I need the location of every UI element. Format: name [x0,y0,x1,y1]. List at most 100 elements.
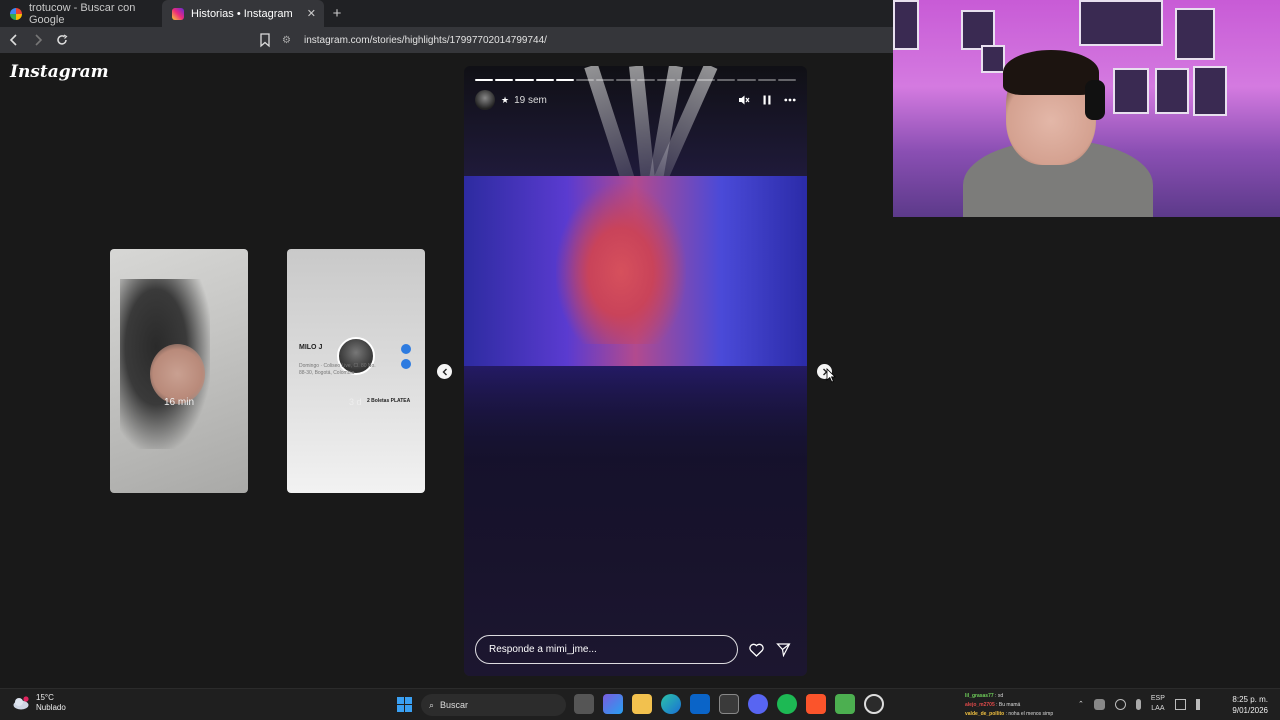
spotify-icon[interactable] [777,694,797,714]
edge-icon[interactable] [661,694,681,714]
chat-line: valde_de_pollito : noha el menos simp [965,711,1054,717]
tab-instagram-stories[interactable]: Historias • Instagram ✕ [162,0,324,27]
volume-icon[interactable] [1195,698,1207,710]
site-settings-icon[interactable]: ⚙ [282,35,296,46]
preview-tickets: 2 Boletas PLATEA [367,398,411,404]
mouse-cursor-icon [826,368,836,383]
tab-label: trotucow - Buscar con Google [29,1,136,26]
chat-line: lil_grasas77 : xd [965,693,1004,699]
new-tab-button[interactable]: + [324,0,350,27]
reply-placeholder: Responde a mimi_jme... [489,644,597,655]
preview-face-shape [150,344,205,404]
crowd-area [464,366,807,676]
cloud-sync-icon[interactable] [1093,698,1105,710]
story-progress-segment [636,79,655,81]
weather-desc: Nublado [36,703,66,712]
wall-poster [1175,8,1215,60]
preview-time: 3 d [349,397,362,407]
wall-poster [981,45,1005,73]
forward-button[interactable] [28,30,48,50]
address-bar[interactable]: ⚙ instagram.com/stories/highlights/17997… [282,31,882,49]
game-app-icon[interactable] [835,694,855,714]
store-icon[interactable] [719,694,739,714]
file-explorer-icon[interactable] [632,694,652,714]
chevron-right-icon [35,34,43,46]
story-progress-bar [475,79,796,81]
weather-widget[interactable]: 15°C Nublado [12,693,66,713]
story-progress-segment [777,79,796,81]
brave-icon[interactable] [806,694,826,714]
pause-icon[interactable] [761,94,773,106]
obs-icon[interactable] [864,694,884,714]
mute-icon[interactable] [738,94,750,106]
story-progress-segment [757,79,776,81]
story-header: ★ 19 sem [475,90,796,110]
story-progress-segment [555,79,574,81]
update-icon[interactable] [1114,698,1126,710]
weather-temp: 15°C [36,693,54,702]
system-clock[interactable]: 8:25 p. m. 9/01/2026 [1232,694,1268,716]
chevron-left-icon [442,368,447,375]
search-label: Buscar [440,700,469,710]
windows-start-icon[interactable] [397,697,412,712]
story-progress-segment [676,79,696,81]
heart-icon[interactable] [749,643,764,657]
bookmark-icon[interactable] [258,32,272,48]
language-indicator[interactable]: ESP LAA [1151,694,1165,714]
microphone-icon[interactable] [1135,698,1141,710]
story-progress-segment [616,79,635,81]
story-progress-segment [535,79,554,81]
wall-poster [961,10,995,50]
story-progress-segment [515,79,534,81]
reload-icon [57,34,68,45]
calendar-icon [401,344,411,354]
story-time: 19 sem [514,94,547,106]
browser-tab-bar: trotucow - Buscar con Google Historias •… [0,0,893,27]
discord-icon[interactable] [748,694,768,714]
wall-poster [1155,68,1189,114]
windows-taskbar: 15°C Nublado ⌕ Buscar lil_grasas77: xd … [0,688,1280,720]
taskbar-apps [574,694,884,714]
cloud-icon [13,696,29,710]
tab-google-search[interactable]: trotucow - Buscar con Google [0,0,162,27]
clock-time: 8:25 p. m. [1232,695,1268,704]
chevron-left-icon [9,34,17,46]
story-progress-segment [575,79,595,81]
preview-title: MILO J [299,344,323,351]
display-icon[interactable] [1174,698,1186,710]
browser-toolbar: ⚙ instagram.com/stories/highlights/17997… [0,27,893,53]
more-options-icon[interactable] [784,94,796,106]
headset [1085,80,1105,120]
story-progress-segment [656,79,675,81]
chevron-up-icon[interactable]: ⌃ [1078,700,1084,708]
instagram-logo[interactable]: Instagram [10,62,109,82]
webcam-overlay [893,0,1280,217]
search-icon: ⌕ [429,699,435,710]
singer-figure [556,184,686,344]
preview-time: 16 min [163,397,194,408]
story-viewer[interactable]: ★ 19 sem Responde a mimi_jme... [464,66,807,676]
screen-root: trotucow - Buscar con Google Historias •… [0,0,1280,720]
clock-date: 9/01/2026 [1232,706,1268,715]
previous-story-preview-milo[interactable]: MILO J Domingo · Coliseo Live, Cl. 80 No… [287,249,425,493]
previous-story-preview[interactable]: 16 min [110,249,248,493]
location-icon [401,359,411,369]
story-author-avatar[interactable] [475,90,495,110]
back-button[interactable] [4,30,24,50]
reload-button[interactable] [52,30,72,50]
chat-line: alejo_m2705 : Bu mamá [965,702,1021,708]
star-icon: ★ [501,94,510,105]
task-view-icon[interactable] [574,694,594,714]
widgets-icon[interactable] [603,694,623,714]
story-progress-segment [495,79,514,81]
system-tray: ⌃ ESP LAA [1078,694,1207,714]
wall-poster [1113,68,1149,114]
outlook-icon[interactable] [690,694,710,714]
reply-input[interactable]: Responde a mimi_jme... [475,635,738,664]
google-icon [10,7,22,20]
instagram-icon [172,7,184,20]
previous-story-button[interactable] [437,364,452,379]
send-icon[interactable] [776,642,791,657]
taskbar-search[interactable]: ⌕ Buscar [421,694,566,716]
close-tab-icon[interactable]: ✕ [307,7,316,20]
